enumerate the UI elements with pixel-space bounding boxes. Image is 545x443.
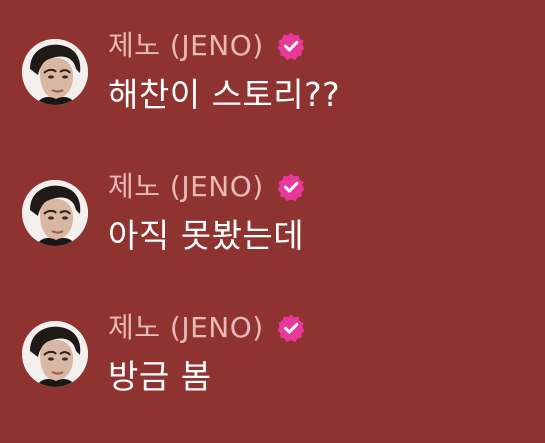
verified-badge-icon bbox=[276, 172, 306, 202]
verified-badge-icon bbox=[276, 31, 306, 61]
verified-badge-icon bbox=[276, 313, 306, 343]
sender-row: 제노 (JENO) bbox=[108, 26, 306, 66]
avatar[interactable] bbox=[22, 321, 88, 387]
sender-name: 제노 (JENO) bbox=[108, 170, 264, 203]
chat-message-list: 제노 (JENO) 해찬이 스토리?? 제노 (JENO) 아직 못봤는데 제노… bbox=[0, 0, 545, 443]
avatar[interactable] bbox=[22, 180, 88, 246]
message-text: 방금 봄 bbox=[108, 357, 212, 396]
message-text: 해찬이 스토리?? bbox=[108, 75, 341, 114]
chat-message: 제노 (JENO) 방금 봄 bbox=[0, 304, 545, 414]
sender-row: 제노 (JENO) bbox=[108, 167, 306, 207]
sender-name: 제노 (JENO) bbox=[108, 311, 264, 344]
message-text: 아직 못봤는데 bbox=[108, 216, 305, 255]
sender-row: 제노 (JENO) bbox=[108, 308, 306, 348]
avatar[interactable] bbox=[22, 39, 88, 105]
sender-name: 제노 (JENO) bbox=[108, 29, 264, 62]
chat-message: 제노 (JENO) 해찬이 스토리?? bbox=[0, 22, 545, 132]
chat-message: 제노 (JENO) 아직 못봤는데 bbox=[0, 163, 545, 273]
